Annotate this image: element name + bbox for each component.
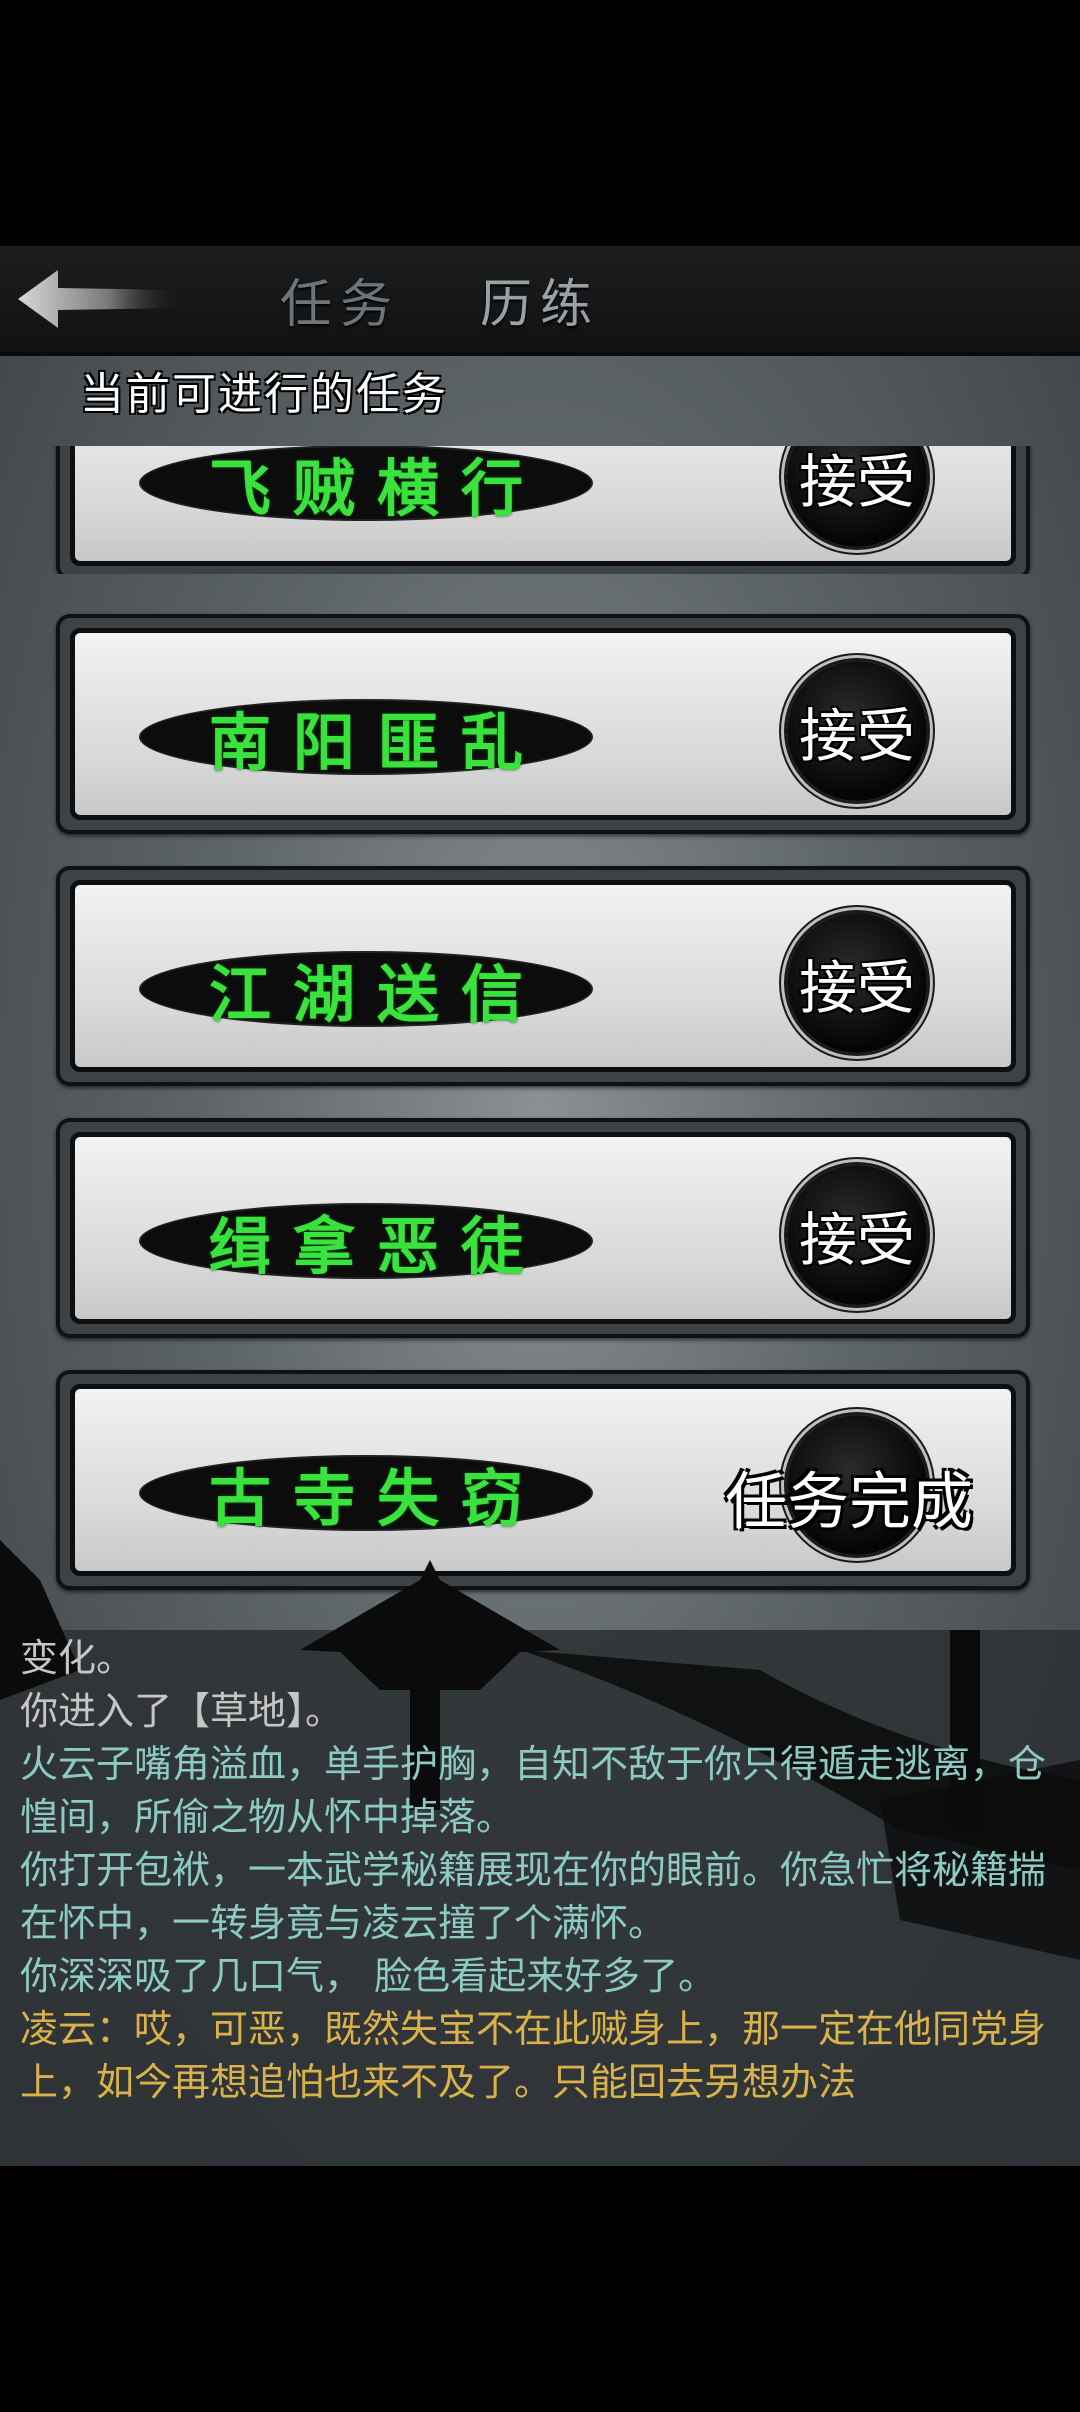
log-line: 火云子嘴角溢血，单手护胸，自知不敌于你只得遁走逃离，仓惶间，所偷之物从怀中掉落。 bbox=[20, 1742, 1047, 1839]
quest-name: 飞贼横行 bbox=[208, 452, 545, 525]
accept-label: 接受 bbox=[798, 448, 915, 516]
quest-card-jina: 缉拿恶徒 接受 bbox=[56, 1118, 1030, 1338]
event-log: 变化。 你进入了【草地】。 火云子嘴角溢血，单手护胸，自知不敌于你只得遁走逃离，… bbox=[20, 1632, 1060, 2109]
log-line: 凌云：哎，可恶，既然失宝不在此贼身上，那一定在他同党身上，如今再想追怕也来不及了… bbox=[20, 2007, 1047, 2104]
quest-name: 古寺失窃 bbox=[208, 1462, 545, 1535]
quest-name-plate: 飞贼横行 bbox=[141, 447, 591, 525]
quest-name-plate: 江湖送信 bbox=[141, 953, 591, 1031]
quest-card-body: 江湖送信 接受 bbox=[70, 880, 1016, 1072]
accept-button[interactable]: 接受 bbox=[787, 446, 927, 547]
quest-name: 缉拿恶徒 bbox=[208, 1210, 545, 1283]
quest-name-plate: 古寺失窃 bbox=[141, 1457, 591, 1535]
quest-card-body: 古寺失窃 任务完成 bbox=[70, 1384, 1016, 1576]
log-line: 你打开包袱，一本武学秘籍展现在你的眼前。你急忙将秘籍揣在怀中，一转身竟与凌云撞了… bbox=[20, 1848, 1047, 1945]
quest-card-gusi: 古寺失窃 任务完成 bbox=[56, 1370, 1030, 1590]
quest-card-feizei: 飞贼横行 接受 bbox=[56, 446, 1030, 574]
accept-button[interactable]: 接受 bbox=[787, 913, 927, 1053]
quest-card-nanyang: 南阳匪乱 接受 bbox=[56, 614, 1030, 834]
back-arrow-icon[interactable] bbox=[14, 266, 184, 332]
tab-task[interactable]: 任务 bbox=[280, 262, 400, 337]
quest-name-plate: 南阳匪乱 bbox=[141, 701, 591, 779]
accept-button[interactable]: 接受 bbox=[787, 1165, 927, 1305]
quest-name-plate: 缉拿恶徒 bbox=[141, 1205, 591, 1283]
log-line: 你深深吸了几口气， 脸色看起来好多了。 bbox=[20, 1954, 717, 1998]
complete-label: 任务完成 bbox=[724, 1465, 973, 1538]
log-line: 你进入了【草地】。 bbox=[20, 1689, 344, 1733]
quest-card-body: 飞贼横行 接受 bbox=[70, 446, 1016, 566]
accept-button[interactable]: 接受 bbox=[787, 661, 927, 801]
tab-training[interactable]: 历练 bbox=[480, 262, 600, 337]
accept-label: 接受 bbox=[798, 954, 915, 1022]
clip-first-card: 飞贼横行 接受 bbox=[0, 446, 1080, 574]
top-bar: 任务 历练 bbox=[0, 246, 1080, 356]
quest-card-jianghu: 江湖送信 接受 bbox=[56, 866, 1030, 1086]
accept-label: 接受 bbox=[798, 1206, 915, 1274]
section-title: 当前可进行的任务 bbox=[80, 369, 448, 420]
quest-card-body: 缉拿恶徒 接受 bbox=[70, 1132, 1016, 1324]
log-line: 变化。 bbox=[20, 1636, 135, 1680]
accept-label: 接受 bbox=[798, 702, 915, 770]
quest-name: 江湖送信 bbox=[208, 958, 545, 1031]
quest-card-body: 南阳匪乱 接受 bbox=[70, 628, 1016, 820]
quest-name: 南阳匪乱 bbox=[208, 706, 545, 779]
